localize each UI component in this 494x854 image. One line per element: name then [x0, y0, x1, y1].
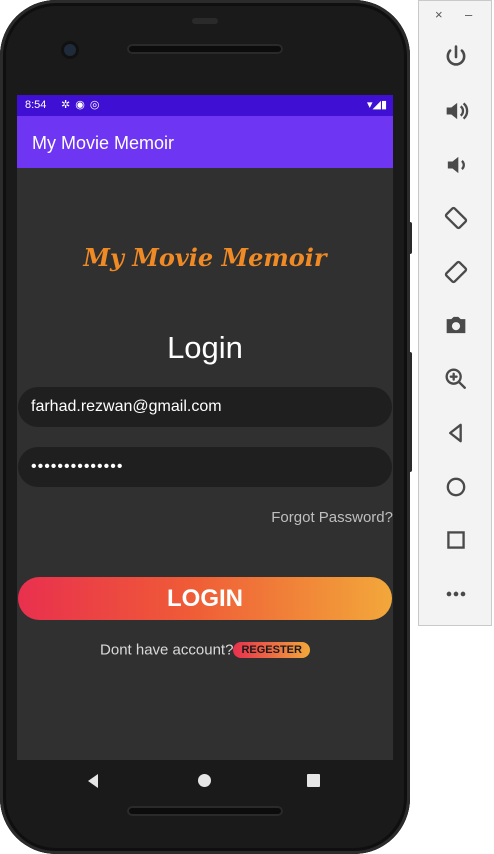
front-camera: [64, 44, 76, 56]
device-screen: 8:54 ✲◉◎ ▾◢▮ My Movie Memoir My Movie Me…: [17, 95, 393, 760]
rotate-left-icon[interactable]: [442, 204, 470, 232]
nav-home-icon[interactable]: [198, 774, 211, 787]
back-icon[interactable]: [442, 419, 470, 447]
rotate-right-icon[interactable]: [442, 258, 470, 286]
close-icon[interactable]: ×: [435, 7, 443, 22]
navigation-bar: [17, 760, 393, 810]
sync-icon: ◎: [89, 99, 105, 111]
volume-up-icon[interactable]: [442, 97, 470, 125]
password-field[interactable]: ••••••••••••••: [18, 447, 392, 487]
status-notification-icons: ✲◉◎: [61, 98, 104, 111]
phone-frame: 8:54 ✲◉◎ ▾◢▮ My Movie Memoir My Movie Me…: [0, 0, 412, 854]
camera-icon[interactable]: [442, 311, 470, 339]
login-button[interactable]: LOGIN: [18, 577, 392, 620]
register-button[interactable]: REGESTER: [233, 642, 310, 659]
volume-down-icon[interactable]: [442, 151, 470, 179]
home-icon[interactable]: [442, 473, 470, 501]
email-field[interactable]: farhad.rezwan@gmail.com: [18, 387, 392, 427]
signup-row: Dont have account? REGESTER: [17, 641, 393, 659]
zoom-icon[interactable]: [442, 365, 470, 393]
signup-prompt: Dont have account?: [100, 641, 234, 659]
nav-back-icon[interactable]: [88, 774, 98, 788]
overview-icon[interactable]: [442, 526, 470, 554]
nav-recents-icon[interactable]: [307, 774, 320, 787]
signal-icon: ◢: [372, 99, 381, 111]
settings-icon: ✲: [61, 99, 76, 111]
emulator-toolbar: × –: [418, 0, 492, 626]
app-bar: My Movie Memoir: [17, 116, 393, 168]
status-system-icons: ▾◢▮: [367, 98, 387, 111]
phone-side-button-top: [408, 222, 412, 254]
app-title: My Movie Memoir: [32, 133, 175, 153]
status-time: 8:54: [25, 99, 47, 111]
phone-side-button-volume: [408, 352, 412, 472]
app-logo: My Movie Memoir: [83, 243, 327, 272]
bottom-speaker: [127, 806, 283, 816]
power-icon[interactable]: [442, 43, 470, 71]
phone-top-slot: [192, 18, 218, 24]
forgot-password-link[interactable]: Forgot Password?: [271, 509, 393, 526]
login-heading: Login: [167, 330, 243, 365]
earpiece-speaker: [127, 44, 283, 54]
battery-icon: ▮: [380, 99, 387, 111]
shield-icon: ◉: [75, 99, 90, 111]
status-bar: 8:54 ✲◉◎ ▾◢▮: [17, 95, 393, 116]
minimize-icon[interactable]: –: [465, 7, 472, 22]
more-icon[interactable]: [442, 580, 470, 608]
